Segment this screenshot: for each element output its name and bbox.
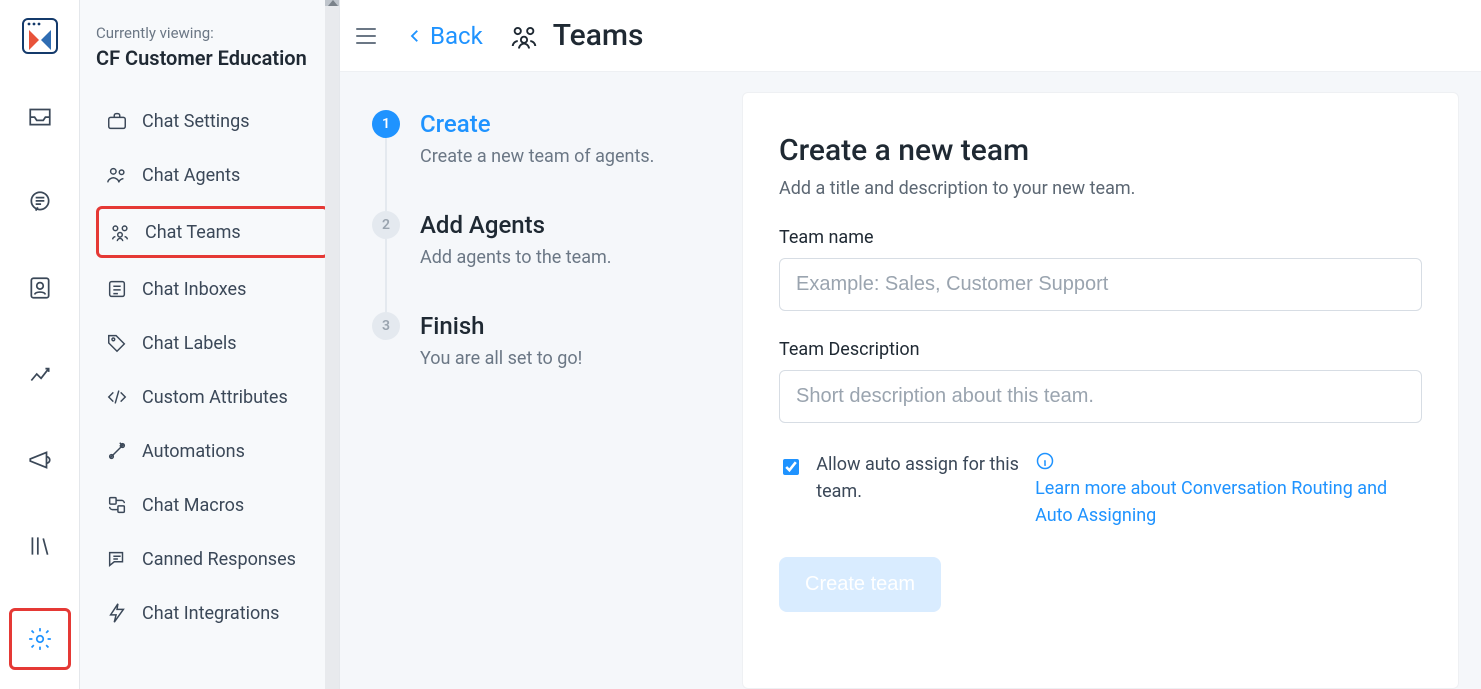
topbar: Back Teams [340, 0, 1481, 72]
team-name-label: Team name [779, 227, 1422, 248]
step-create: 1 Create Create a new team of agents. [372, 110, 722, 167]
bolt-icon [106, 602, 128, 624]
menu-chat-settings[interactable]: Chat Settings [96, 98, 329, 144]
team-desc-label: Team Description [779, 339, 1422, 360]
team-name-input[interactable] [779, 258, 1422, 311]
menu-canned-responses[interactable]: Canned Responses [96, 536, 329, 582]
nav-settings[interactable] [16, 615, 64, 663]
nav-campaigns[interactable] [16, 436, 64, 484]
page-title: Teams [509, 18, 644, 53]
step-title: Finish [420, 312, 582, 340]
macro-icon [106, 494, 128, 516]
menu-custom-attributes[interactable]: Custom Attributes [96, 374, 329, 420]
back-label: Back [430, 22, 483, 50]
menu-chat-agents[interactable]: Chat Agents [96, 152, 329, 198]
settings-sidebar: Currently viewing: CF Customer Education… [80, 0, 340, 689]
team-icon [109, 221, 131, 243]
menu-label: Chat Macros [142, 495, 244, 516]
step-title: Create [420, 110, 654, 138]
menu-label: Chat Inboxes [142, 279, 246, 300]
panel-heading: Create a new team [779, 133, 1422, 168]
menu-label: Chat Settings [142, 111, 250, 132]
main-area: Back Teams 1 Create Create a new team of… [340, 0, 1481, 689]
team-desc-input[interactable] [779, 370, 1422, 423]
app-logo [22, 18, 58, 54]
nav-conversations[interactable] [16, 178, 64, 226]
team-icon [509, 21, 539, 51]
menu-automations[interactable]: Automations [96, 428, 329, 474]
auto-assign-checkbox[interactable] [783, 457, 799, 477]
step-number: 1 [372, 110, 400, 138]
step-desc: Add agents to the team. [420, 247, 612, 268]
menu-label: Chat Teams [145, 222, 241, 243]
chevron-left-icon [406, 27, 424, 45]
menu-chat-macros[interactable]: Chat Macros [96, 482, 329, 528]
create-team-panel: Create a new team Add a title and descri… [742, 92, 1459, 689]
nav-library[interactable] [16, 522, 64, 570]
step-finish: 3 Finish You are all set to go! [372, 312, 722, 369]
menu-label: Automations [142, 441, 245, 462]
nav-contacts[interactable] [16, 264, 64, 312]
page-title-text: Teams [553, 18, 644, 53]
step-desc: You are all set to go! [420, 348, 582, 369]
nav-inbox[interactable] [16, 92, 64, 140]
scrollbar[interactable] [325, 0, 339, 689]
canned-icon [106, 548, 128, 570]
menu-label: Chat Labels [142, 333, 237, 354]
wizard-stepper: 1 Create Create a new team of agents. 2 … [372, 92, 722, 689]
auto-assign-label: Allow auto assign for this team. [816, 451, 1021, 505]
step-number: 3 [372, 312, 400, 340]
content: 1 Create Create a new team of agents. 2 … [340, 72, 1481, 689]
primary-nav-rail [0, 0, 80, 689]
context-value: CF Customer Education [96, 46, 329, 70]
automation-icon [106, 440, 128, 462]
step-desc: Create a new team of agents. [420, 146, 654, 167]
code-icon [106, 386, 128, 408]
back-link[interactable]: Back [406, 22, 483, 50]
panel-subheading: Add a title and description to your new … [779, 178, 1422, 199]
inbox-list-icon [106, 278, 128, 300]
menu-chat-teams[interactable]: Chat Teams [96, 206, 329, 258]
agents-icon [106, 164, 128, 186]
step-add-agents: 2 Add Agents Add agents to the team. [372, 211, 722, 268]
menu-chat-integrations[interactable]: Chat Integrations [96, 590, 329, 636]
menu-label: Custom Attributes [142, 387, 288, 408]
info-icon [1035, 451, 1055, 471]
auto-assign-help: Learn more about Conversation Routing an… [1035, 451, 1422, 529]
step-title: Add Agents [420, 211, 612, 239]
step-number: 2 [372, 211, 400, 239]
menu-label: Chat Agents [142, 165, 240, 186]
auto-assign-help-link[interactable]: Learn more about Conversation Routing an… [1035, 475, 1422, 529]
context-label: Currently viewing: [96, 24, 329, 42]
briefcase-icon [106, 110, 128, 132]
menu-label: Canned Responses [142, 549, 296, 570]
create-team-button[interactable]: Create team [779, 557, 941, 612]
menu-chat-labels[interactable]: Chat Labels [96, 320, 329, 366]
nav-settings-highlight [9, 608, 71, 670]
sidebar-toggle[interactable] [352, 22, 380, 50]
menu-chat-inboxes[interactable]: Chat Inboxes [96, 266, 329, 312]
settings-menu: Chat Settings Chat Agents Chat Teams Cha… [96, 98, 329, 636]
menu-label: Chat Integrations [142, 603, 279, 624]
nav-reports[interactable] [16, 350, 64, 398]
tag-icon [106, 332, 128, 354]
